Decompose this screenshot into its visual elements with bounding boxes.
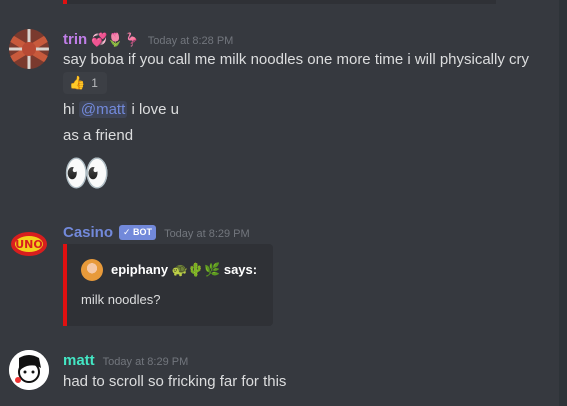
message-text: as a friend (63, 127, 134, 144)
username[interactable]: matt (63, 352, 95, 369)
scrollbar[interactable] (559, 0, 567, 406)
bot-tag-badge: ✓ BOT (119, 225, 157, 240)
reaction-button[interactable]: 👍 1 (63, 72, 107, 94)
previous-embed-edge (63, 0, 496, 4)
message-text: had to scroll so fricking far for this (63, 373, 287, 390)
embed: epiphany 🐢🌵🌿 says: milk noodles? (63, 244, 273, 326)
svg-text:UNO: UNO (15, 238, 43, 251)
name-emoji: 💞 (91, 32, 108, 47)
eyes-emoji-icon: 👀 (63, 153, 111, 195)
timestamp: Today at 8:29 PM (102, 356, 189, 368)
message-text: i love u (131, 101, 179, 118)
message-text: say boba if you call me milk noodles one… (63, 51, 530, 68)
embed-author: epiphany 🐢🌵🌿 says: (81, 259, 257, 281)
reaction-count: 1 (91, 76, 98, 90)
embed-description: milk noodles? (81, 292, 161, 307)
user-mention[interactable]: @matt (78, 101, 128, 118)
message-text: hi @matt i love u (63, 101, 179, 118)
avatar[interactable] (9, 29, 49, 69)
uno-logo-avatar[interactable]: UNO (9, 224, 49, 264)
timestamp: Today at 8:28 PM (147, 35, 234, 47)
greeting-text: hi (63, 101, 75, 118)
username[interactable]: trin (63, 31, 87, 48)
embed-author-name: epiphany 🐢🌵🌿 says: (111, 262, 258, 277)
username[interactable]: Casino (63, 224, 113, 241)
name-emoji: 🦩 (123, 32, 140, 47)
thumbs-up-icon: 👍 (69, 75, 86, 90)
embed-author-avatar[interactable] (81, 259, 103, 281)
avatar[interactable] (9, 350, 49, 390)
timestamp: Today at 8:29 PM (164, 228, 250, 240)
name-emoji: 🌷 (107, 32, 124, 47)
